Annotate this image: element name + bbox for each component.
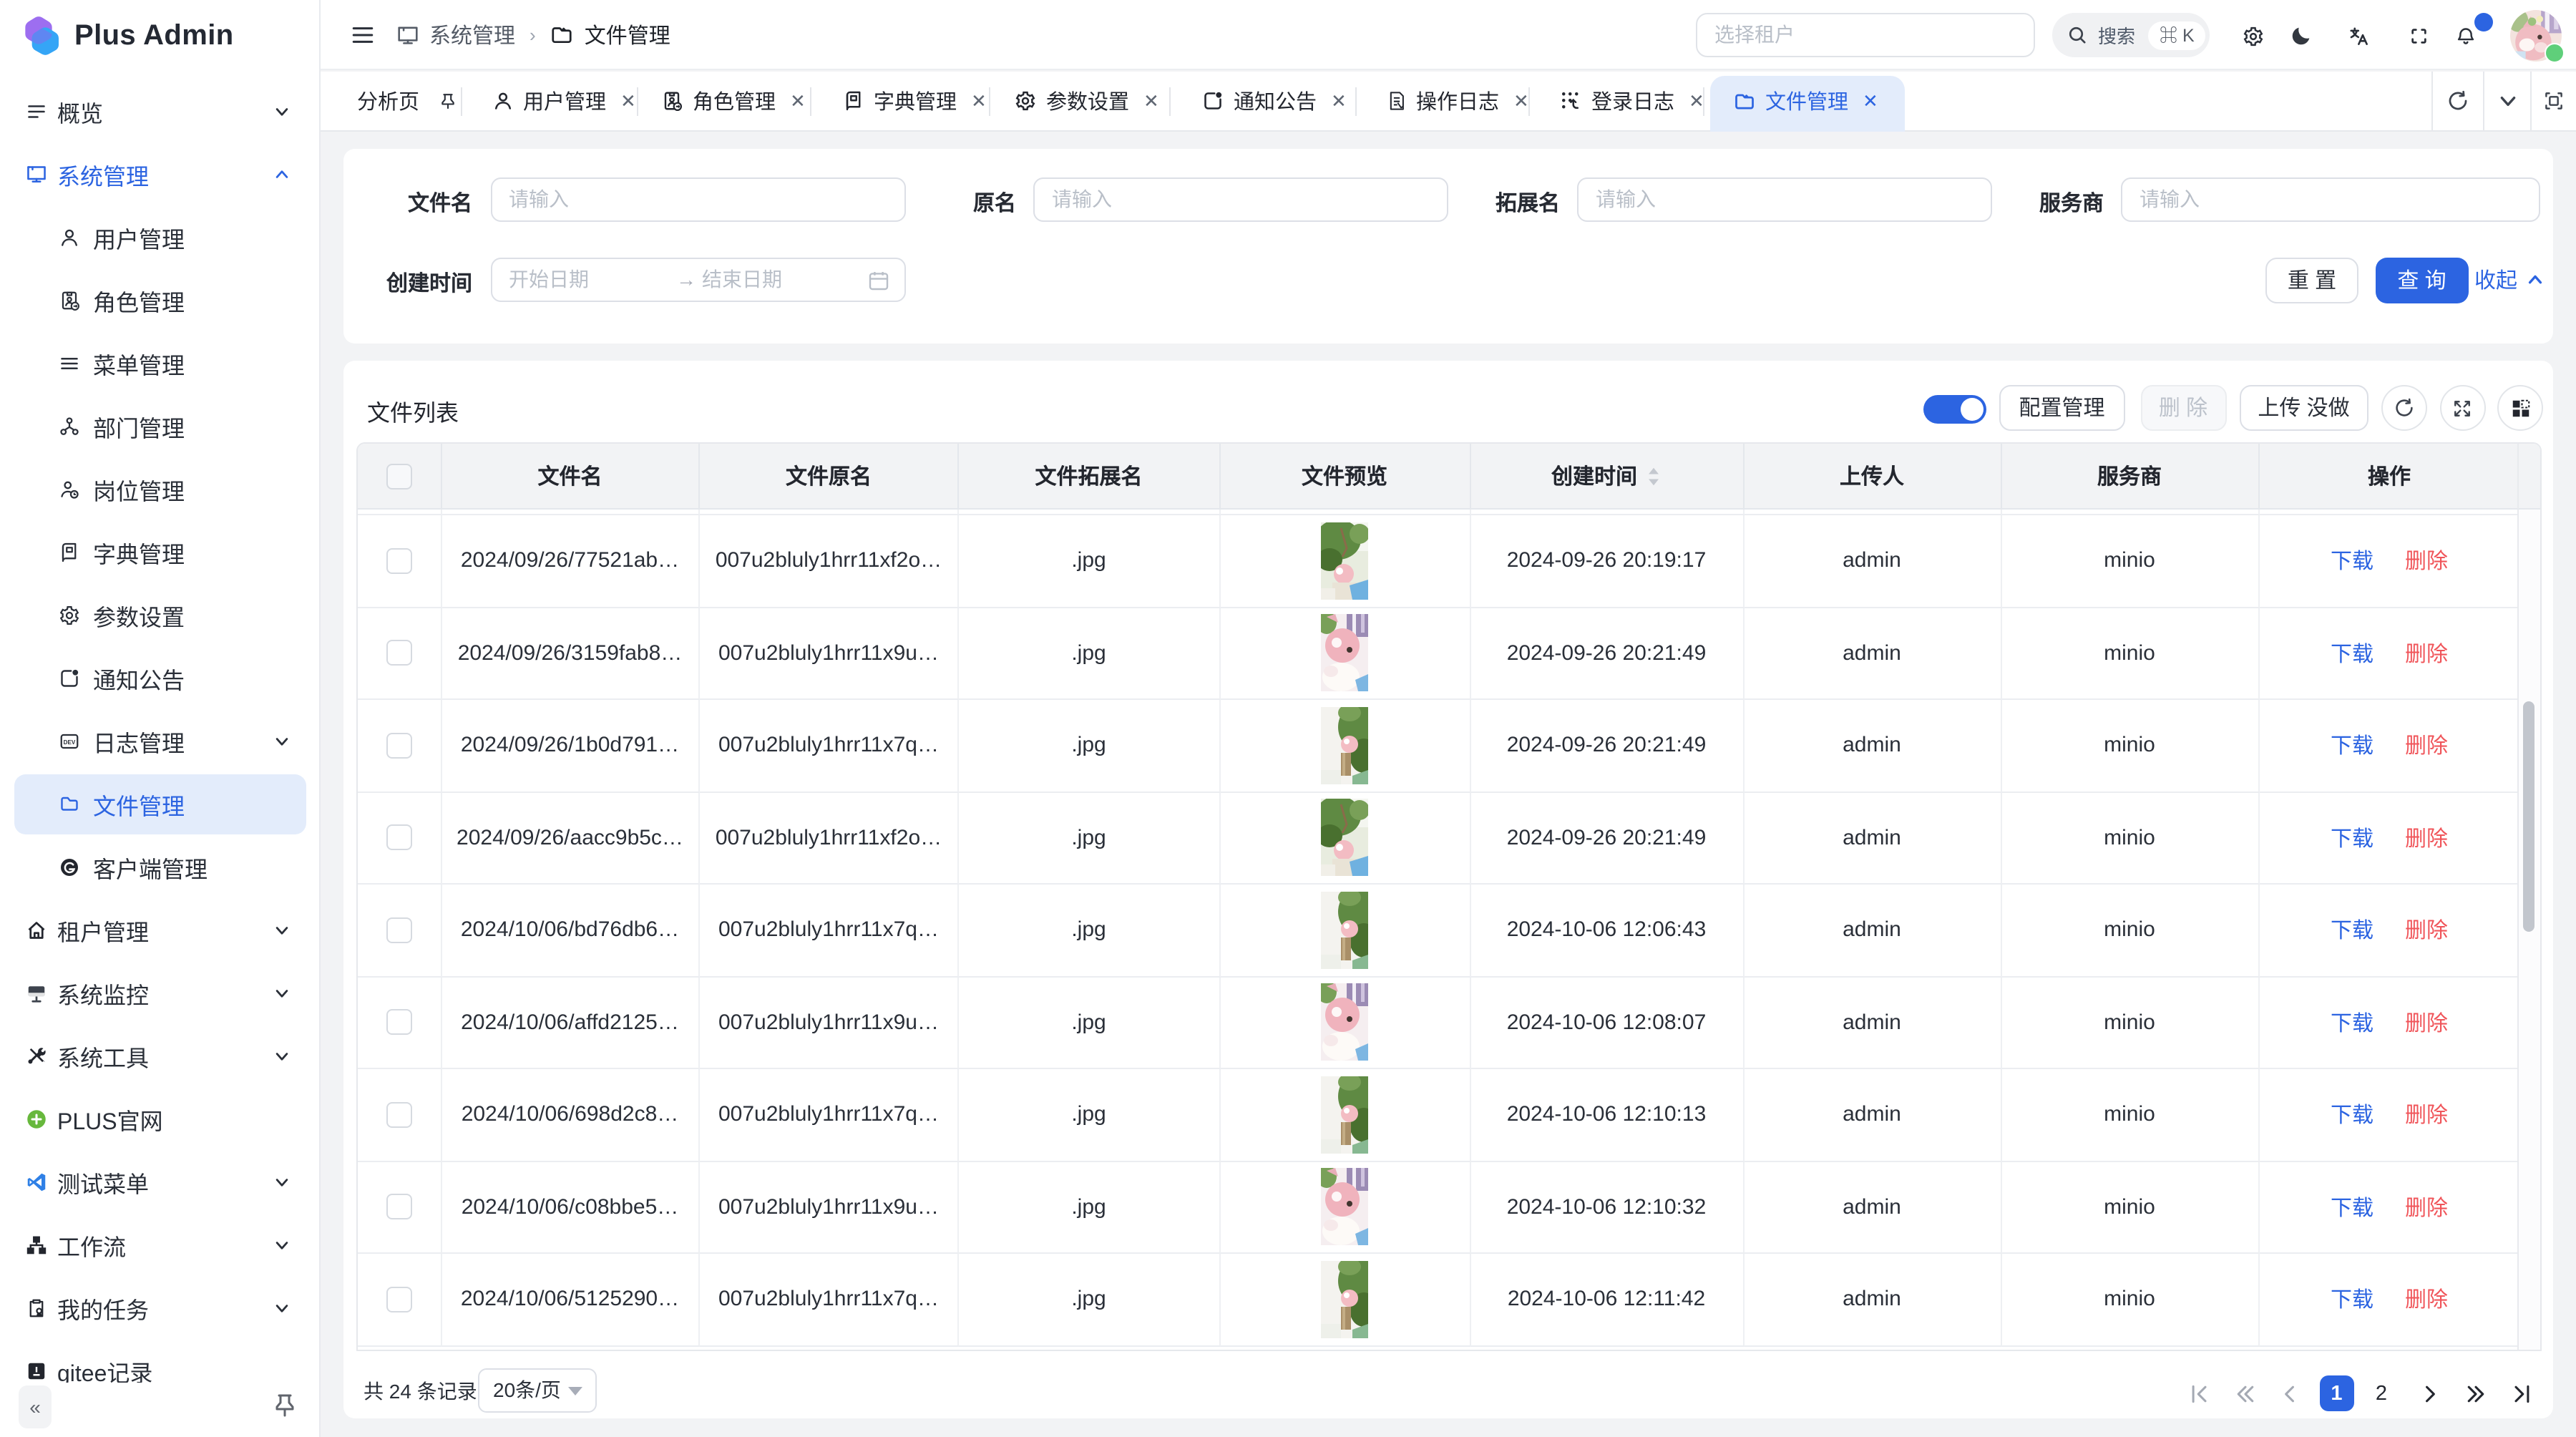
svg-text:DEV: DEV — [64, 739, 76, 745]
